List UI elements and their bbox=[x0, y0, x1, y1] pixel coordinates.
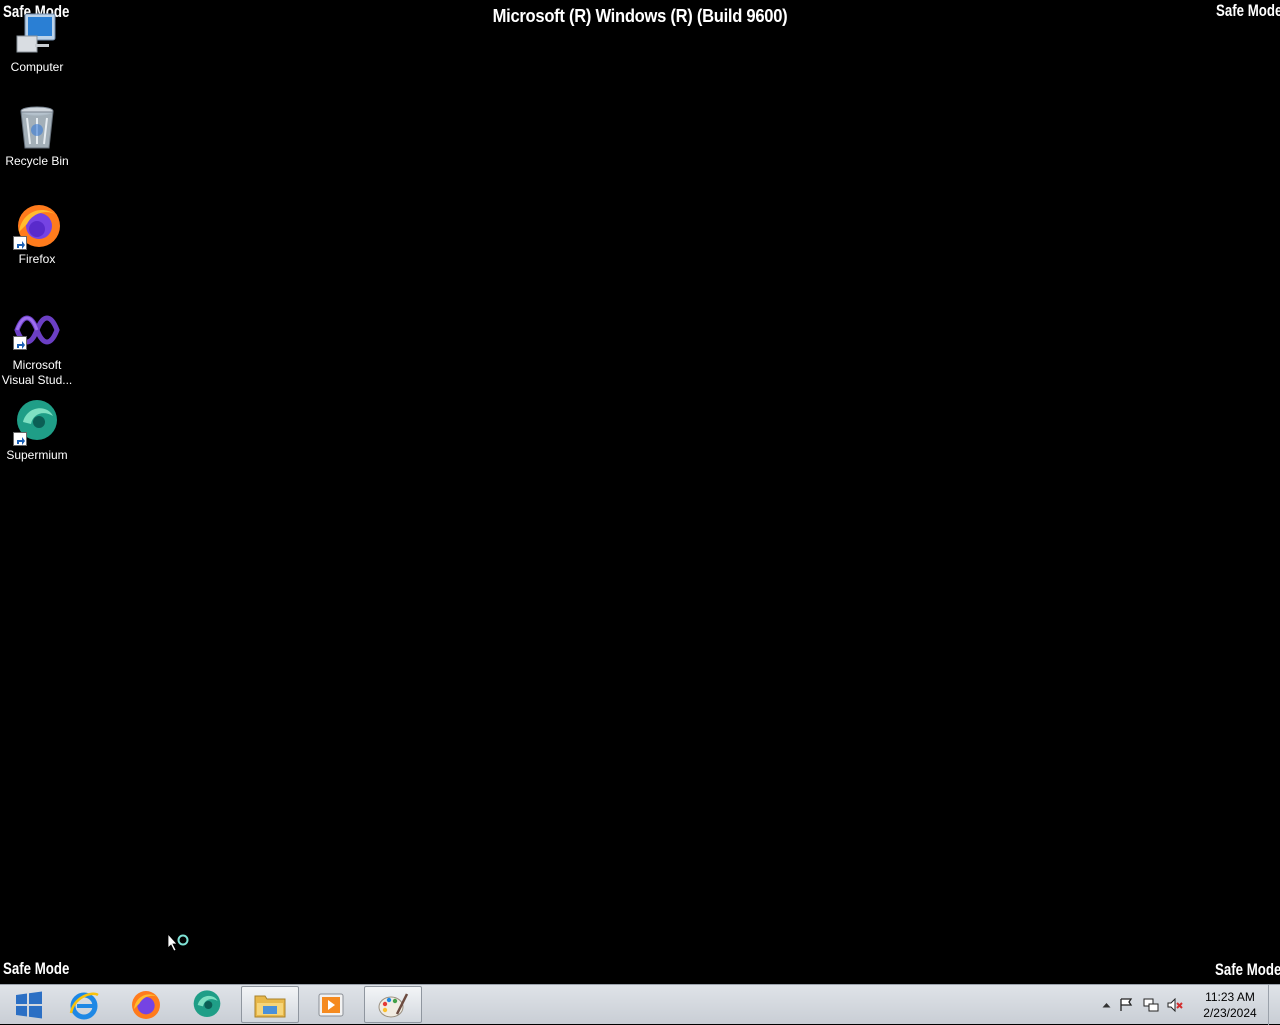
taskbar: 11:23 AM 2/23/2024 bbox=[0, 984, 1280, 1025]
taskbar-firefox[interactable] bbox=[117, 986, 175, 1023]
flag-icon[interactable] bbox=[1113, 998, 1139, 1012]
taskbar-supermium[interactable] bbox=[178, 986, 236, 1023]
start-icon bbox=[16, 991, 42, 1018]
desktop-icon-visual-studio[interactable]: Microsoft Visual Stud... bbox=[0, 310, 74, 388]
safe-mode-label-bottom-left: Safe Mode bbox=[3, 959, 70, 978]
safe-mode-label-top-right: Safe Mode bbox=[1216, 1, 1280, 20]
taskbar-paint[interactable] bbox=[364, 986, 422, 1023]
firefox-icon bbox=[13, 202, 61, 250]
taskbar-file-explorer[interactable] bbox=[241, 986, 299, 1023]
firefox-icon bbox=[132, 990, 160, 1019]
supermium-icon bbox=[193, 989, 221, 1017]
network-icon[interactable] bbox=[1139, 998, 1163, 1012]
show-desktop-button[interactable] bbox=[1268, 985, 1280, 1025]
shortcut-arrow-icon bbox=[13, 236, 27, 250]
desktop-icon-label: Firefox bbox=[18, 252, 56, 266]
desktop-icon-label: Supermium bbox=[6, 448, 68, 462]
start-button[interactable] bbox=[0, 986, 58, 1023]
internet-explorer-icon bbox=[69, 992, 99, 1019]
recycle-bin-icon bbox=[13, 104, 61, 152]
desktop-icon-computer[interactable]: Computer bbox=[0, 10, 74, 75]
build-title: Microsoft (R) Windows (R) (Build 9600) bbox=[492, 6, 788, 26]
volume-muted-icon[interactable] bbox=[1163, 998, 1187, 1012]
busy-cursor-icon bbox=[167, 932, 192, 961]
taskbar-internet-explorer[interactable] bbox=[55, 986, 113, 1023]
paint-icon bbox=[378, 992, 409, 1017]
safe-mode-label-bottom-right: Safe Mode bbox=[1215, 960, 1280, 979]
taskbar-media-player[interactable] bbox=[302, 986, 360, 1023]
visual-studio-icon bbox=[13, 310, 61, 350]
file-explorer-icon bbox=[254, 995, 286, 1017]
system-tray bbox=[1099, 985, 1187, 1025]
desktop-icon-label: Computer bbox=[10, 60, 64, 74]
desktop-icon-firefox[interactable]: Firefox bbox=[0, 202, 74, 267]
clock-time: 11:23 AM bbox=[1205, 990, 1255, 1004]
shortcut-arrow-icon bbox=[13, 432, 27, 446]
desktop-icon-supermium[interactable]: Supermium bbox=[0, 398, 74, 463]
desktop-icon-label: Recycle Bin bbox=[5, 154, 69, 168]
clock[interactable]: 11:23 AM 2/23/2024 bbox=[1200, 989, 1260, 1021]
computer-icon bbox=[13, 10, 61, 58]
media-player-icon bbox=[318, 993, 344, 1016]
desktop-icon-recycle-bin[interactable]: Recycle Bin bbox=[0, 104, 74, 169]
show-hidden-icons-icon[interactable] bbox=[1099, 1002, 1113, 1008]
clock-date: 2/23/2024 bbox=[1203, 1006, 1257, 1020]
supermium-icon bbox=[13, 398, 61, 446]
desktop-icon-label: Microsoft Visual Stud... bbox=[1, 358, 73, 387]
shortcut-arrow-icon bbox=[13, 336, 27, 350]
